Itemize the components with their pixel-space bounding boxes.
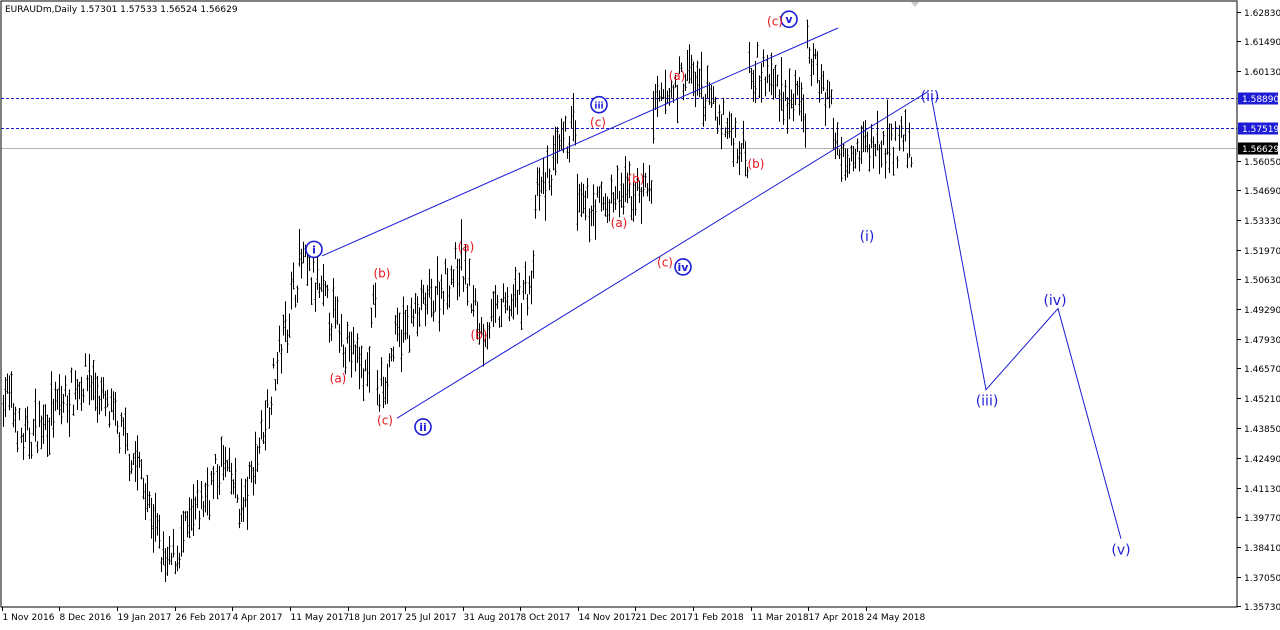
wave-label-circle[interactable]: ii: [414, 418, 432, 436]
price-tag-label: 1.56629: [1242, 145, 1279, 155]
symbol-title: EURAUDm,Daily 1.57301 1.57533 1.56524 1.…: [5, 5, 238, 15]
x-tick-label: 1 Feb 2018: [694, 613, 745, 623]
x-tick-label: 17 Apr 2018: [809, 613, 865, 623]
y-tick-label: 1.46570: [1244, 365, 1280, 375]
wave-label[interactable]: (c): [377, 413, 393, 427]
y-tick-label: 1.35730: [1244, 603, 1280, 613]
y-tick-label: 1.51970: [1244, 247, 1280, 257]
x-tick-label: 24 May 2018: [867, 613, 926, 623]
wave-label[interactable]: (b): [471, 328, 488, 342]
price-tag-label: 1.58890: [1242, 95, 1279, 105]
x-tick-label: 18 Jun 2017: [349, 613, 403, 623]
wave-label[interactable]: (c): [657, 256, 673, 270]
x-tick-label: 4 Apr 2017: [233, 613, 283, 623]
y-tick-label: 1.61490: [1244, 38, 1280, 48]
y-tick-label: 1.49290: [1244, 306, 1280, 316]
wave-label[interactable]: (a): [330, 372, 347, 386]
wave-label-text: iii: [594, 102, 603, 112]
price-tag-label: 1.57519: [1242, 125, 1279, 135]
wave-label[interactable]: (i): [860, 229, 875, 245]
chart-background: [0, 0, 1280, 630]
y-tick-label: 1.41130: [1244, 485, 1280, 495]
x-tick-label: 21 Dec 2017: [636, 613, 694, 623]
wave-label-text: iv: [678, 261, 690, 274]
wave-label[interactable]: (iv): [1043, 293, 1066, 309]
y-tick-label: 1.42490: [1244, 455, 1280, 465]
wave-label[interactable]: (a): [611, 216, 628, 230]
wave-label-circle[interactable]: i: [305, 240, 323, 259]
wave-label[interactable]: (a): [669, 69, 686, 83]
x-tick-label: 11 May 2017: [291, 613, 350, 623]
x-tick-label: 8 Dec 2016: [60, 613, 112, 623]
y-tick-label: 1.56050: [1244, 158, 1280, 168]
y-tick-label: 1.39770: [1244, 514, 1280, 524]
wave-label-text: ii: [419, 421, 427, 434]
y-tick-label: 1.37050: [1244, 574, 1280, 584]
wave-label-circle[interactable]: iii: [590, 95, 608, 114]
y-tick-label: 1.54690: [1244, 187, 1280, 197]
y-tick-label: 1.60130: [1244, 68, 1280, 78]
wave-label[interactable]: (b): [628, 172, 645, 186]
x-tick-label: 26 Feb 2017: [176, 613, 232, 623]
wave-label[interactable]: (iii): [976, 394, 999, 410]
x-tick-label: 1 Nov 2016: [3, 613, 55, 623]
x-tick-label: 11 Mar 2018: [752, 613, 809, 623]
wave-label[interactable]: (c): [590, 115, 606, 129]
x-tick-label: 8 Oct 2017: [521, 613, 571, 623]
x-tick-label: 31 Aug 2017: [464, 613, 522, 623]
y-tick-label: 1.62830: [1244, 9, 1280, 19]
y-tick-label: 1.47930: [1244, 336, 1280, 346]
y-tick-label: 1.38410: [1244, 544, 1280, 554]
y-tick-label: 1.43850: [1244, 425, 1280, 435]
wave-label-text: v: [785, 13, 793, 26]
wave-label-circle[interactable]: iv: [674, 258, 692, 276]
y-tick-label: 1.45210: [1244, 395, 1280, 405]
wave-label[interactable]: (v): [1111, 543, 1130, 559]
y-tick-label: 1.53330: [1244, 217, 1280, 227]
wave-label[interactable]: (ii): [921, 89, 940, 105]
wave-label[interactable]: (c): [767, 14, 783, 28]
x-tick-label: 19 Jan 2017: [118, 613, 172, 623]
wave-label-circle[interactable]: v: [780, 10, 798, 29]
x-tick-label: 14 Nov 2017: [579, 613, 637, 623]
wave-label[interactable]: (b): [748, 157, 765, 171]
x-tick-label: 25 Jul 2017: [406, 613, 457, 623]
price-chart[interactable]: iiiiiiivv(a)(b)(c)(a)(b)(c)(b)(a)(c)(a)(…: [0, 0, 1280, 630]
wave-label[interactable]: (a): [458, 240, 475, 254]
y-tick-label: 1.50630: [1244, 276, 1280, 286]
wave-label[interactable]: (b): [374, 266, 391, 280]
wave-label-text: i: [312, 243, 316, 256]
